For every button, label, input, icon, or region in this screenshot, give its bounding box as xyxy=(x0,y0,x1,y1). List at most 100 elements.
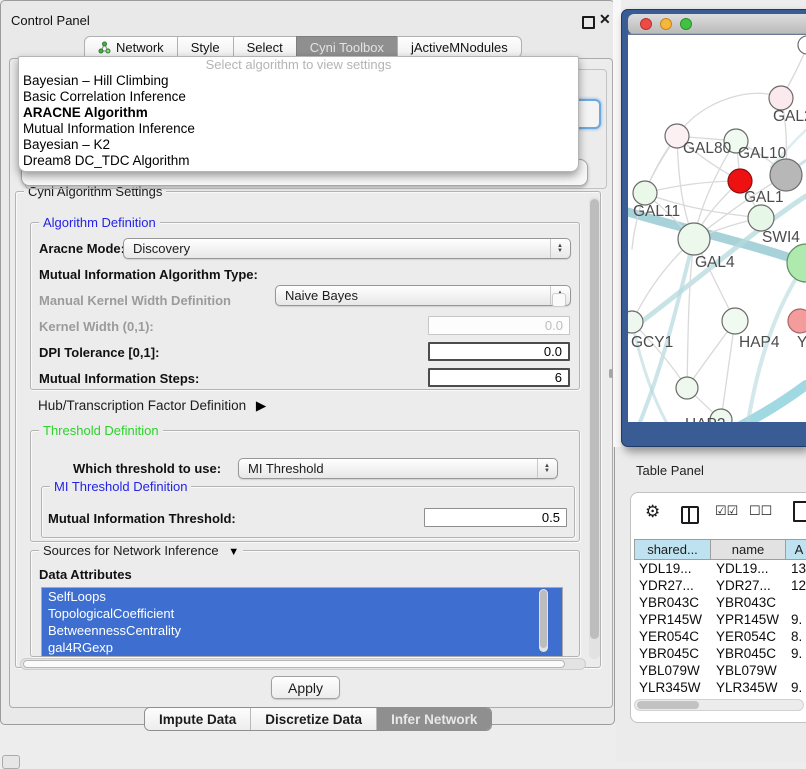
attribute-item-topologicalcoefficient[interactable]: TopologicalCoefficient xyxy=(42,605,562,622)
algorithm-item-bayesian-hill-climbing[interactable]: Bayesian – Hill Climbing xyxy=(19,73,578,89)
table-row[interactable]: YDR27...YDR27...12 xyxy=(634,577,806,594)
table-row[interactable]: YER054CYER054C8. xyxy=(634,628,806,645)
table-cell: YBR045C xyxy=(634,645,711,662)
algorithm-item-dream8-dc-tdc-algorithm[interactable]: Dream8 DC_TDC Algorithm xyxy=(19,153,578,169)
network-node[interactable] xyxy=(676,377,698,399)
table-row[interactable]: YPR145WYPR145W9. xyxy=(634,611,806,628)
which-threshold-combo[interactable]: MI Threshold ▲▼ xyxy=(238,458,558,479)
table-cell: YDL19... xyxy=(711,560,786,577)
sources-title-text: Sources for Network Inference xyxy=(43,543,219,558)
table-row[interactable]: YBR045CYBR045C9. xyxy=(634,645,806,662)
bottom-tab-bar: Impute DataDiscretize DataInfer Network xyxy=(144,707,492,731)
which-threshold-label: Which threshold to use: xyxy=(73,461,221,476)
tab-discretize-data[interactable]: Discretize Data xyxy=(250,708,376,730)
sources-title[interactable]: Sources for Network Inference ▼ xyxy=(39,543,243,558)
column-header-shared[interactable]: shared... xyxy=(634,539,711,560)
deselect-all-icon[interactable]: ☐☐ xyxy=(749,503,772,519)
kernel-width-field[interactable] xyxy=(428,316,570,335)
column-header-name[interactable]: name xyxy=(711,539,786,560)
tab-label: jActiveMNodules xyxy=(411,40,508,55)
control-panel-window: Control Panel ✕ NetworkStyleSelect Cyni T… xyxy=(0,0,615,725)
export-table-icon[interactable] xyxy=(793,501,806,522)
mi-algorithm-type-combo[interactable]: Naive Bayes ▲▼ xyxy=(275,285,571,306)
mi-threshold-label: Mutual Information Threshold: xyxy=(48,511,236,526)
tab-jactivemnodules[interactable]: jActiveMNodules xyxy=(397,36,522,58)
table-cell: YDR27... xyxy=(634,577,711,594)
network-node[interactable] xyxy=(678,223,710,255)
tab-select[interactable]: Select xyxy=(233,36,297,58)
top-tab-bar: NetworkStyleSelect Cyni Toolbox jActiveMNo… xyxy=(84,36,522,58)
column-header-a[interactable]: A xyxy=(786,539,806,560)
select-all-icon[interactable]: ☑☑ xyxy=(715,503,738,519)
algorithm-item-aracne-algorithm[interactable]: ARACNE Algorithm xyxy=(19,105,578,121)
network-node[interactable] xyxy=(769,86,793,110)
attribute-item-selfloops[interactable]: SelfLoops xyxy=(42,588,562,605)
table-row[interactable]: YBR043CYBR043C xyxy=(634,594,806,611)
close-button[interactable] xyxy=(641,19,652,30)
tab-network[interactable]: Network xyxy=(84,36,178,58)
settings-hscrollbar[interactable] xyxy=(20,658,586,670)
columns-icon[interactable] xyxy=(681,506,699,524)
dpi-tolerance-label: DPI Tolerance [0,1]: xyxy=(39,345,159,360)
network-node[interactable] xyxy=(722,308,748,334)
mi-steps-field[interactable] xyxy=(428,368,570,387)
aracne-mode-label: Aracne Mode: xyxy=(39,241,125,256)
split-pane-handle[interactable] xyxy=(609,369,613,378)
network-node[interactable] xyxy=(770,159,802,191)
algorithm-item-basic-correlation-inference[interactable]: Basic Correlation Inference xyxy=(19,89,578,105)
settings-hscrollbar-thumb[interactable] xyxy=(23,660,565,668)
close-icon[interactable]: ✕ xyxy=(599,11,611,28)
algorithm-item-mutual-information-inference[interactable]: Mutual Information Inference xyxy=(19,121,578,137)
network-node[interactable] xyxy=(788,309,806,333)
node-label-hap4: HAP4 xyxy=(739,334,780,351)
table-row[interactable]: YLR345WYLR345W9. xyxy=(634,679,806,696)
sources-group: Sources for Network Inference ▼ Data Att… xyxy=(30,550,580,657)
algorithm-list: Bayesian – Hill ClimbingBasic Correlatio… xyxy=(19,73,578,169)
attributes-vscrollbar-thumb[interactable] xyxy=(540,590,547,648)
node-label-gal80: GAL80 xyxy=(683,140,732,157)
table-cell: YER054C xyxy=(711,628,786,645)
table-cell xyxy=(786,662,806,679)
table-cell: YDL19... xyxy=(634,560,711,577)
table-cell: YPR145W xyxy=(711,611,786,628)
apply-button[interactable]: Apply xyxy=(271,676,340,699)
table-cell xyxy=(786,594,806,611)
bottom-left-partial-button[interactable] xyxy=(2,755,20,769)
table-row[interactable]: YBL079WYBL079W xyxy=(634,662,806,679)
float-window-icon[interactable] xyxy=(582,16,595,29)
network-view-window[interactable]: GAL2GAL80GAL10GAL1GAL11SWI4GAL4GCY1HAP4Y… xyxy=(621,9,806,447)
aracne-mode-combo[interactable]: Discovery ▲▼ xyxy=(123,238,571,259)
attribute-item-betweennesscentrality[interactable]: BetweennessCentrality xyxy=(42,622,562,639)
manual-kernel-checkbox[interactable] xyxy=(552,293,566,307)
zoom-button[interactable] xyxy=(681,19,692,30)
gear-icon[interactable]: ⚙ xyxy=(645,502,660,522)
window-titlebar[interactable] xyxy=(628,14,806,34)
which-threshold-value: MI Threshold xyxy=(248,461,324,476)
tab-style[interactable]: Style xyxy=(177,36,234,58)
attribute-item-gal4rgexp[interactable]: gal4RGexp xyxy=(42,639,562,656)
network-node[interactable] xyxy=(748,205,774,231)
algorithm-item-bayesian-k2[interactable]: Bayesian – K2 xyxy=(19,137,578,153)
panel-gap xyxy=(613,0,621,447)
mi-algorithm-type-label: Mutual Information Algorithm Type: xyxy=(39,267,258,282)
mi-threshold-field[interactable] xyxy=(424,508,567,527)
attributes-vscrollbar[interactable] xyxy=(539,589,548,652)
tab-impute-data[interactable]: Impute Data xyxy=(145,708,250,730)
tab-label: Cyni Toolbox xyxy=(310,40,384,55)
algorithm-definition-group: Algorithm Definition Aracne Mode: Discov… xyxy=(30,222,580,390)
table-cell: 9. xyxy=(786,611,806,628)
table-hscrollbar[interactable] xyxy=(634,699,804,711)
algorithm-select-popup: Select algorithm to view settings Bayesi… xyxy=(18,56,579,172)
tab-infer-network[interactable]: Infer Network xyxy=(376,708,491,730)
tab-cyni-toolbox[interactable]: Cyni Toolbox xyxy=(296,36,398,58)
table-hscrollbar-thumb[interactable] xyxy=(637,701,699,709)
settings-vscrollbar[interactable] xyxy=(589,197,600,659)
hub-definition-toggle[interactable]: Hub/Transcription Factor Definition ▶ xyxy=(38,398,266,414)
minimize-button[interactable] xyxy=(661,19,672,30)
settings-vscrollbar-thumb[interactable] xyxy=(590,199,599,639)
dpi-tolerance-field[interactable] xyxy=(428,342,570,361)
table-row[interactable]: YDL19...YDL19...13 xyxy=(634,560,806,577)
network-node[interactable] xyxy=(633,181,657,205)
control-panel-title: Control Panel xyxy=(11,13,90,28)
threshold-definition-group: Threshold Definition Which threshold to … xyxy=(30,430,580,542)
